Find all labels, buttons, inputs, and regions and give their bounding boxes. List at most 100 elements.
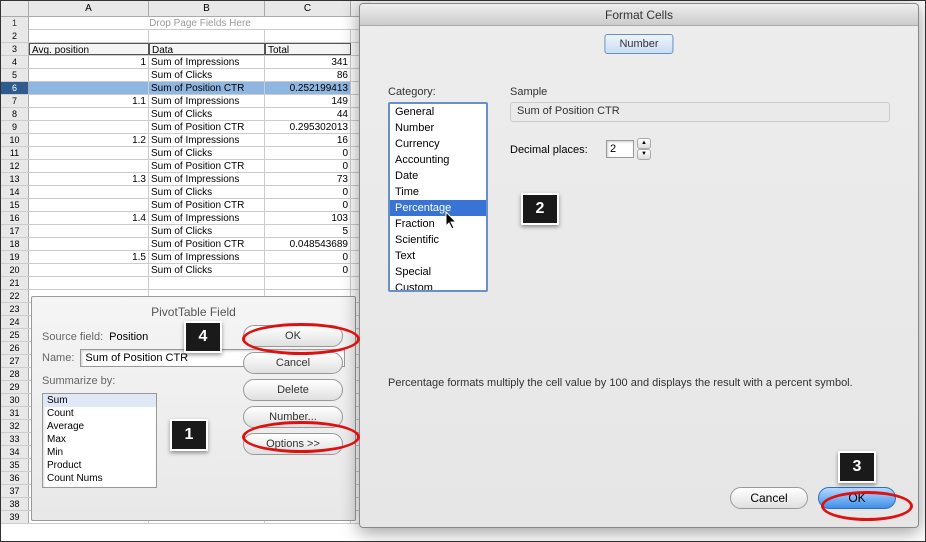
row-header[interactable]: 29 (1, 381, 29, 393)
cell[interactable]: 0.048543689 (265, 238, 351, 250)
cell[interactable]: Sum of Clicks (149, 147, 265, 159)
row-header[interactable]: 4 (1, 56, 29, 68)
cell[interactable]: Sum of Impressions (149, 212, 265, 224)
number-button[interactable]: Number... (243, 406, 343, 428)
cell[interactable]: 1.4 (29, 212, 149, 224)
cell[interactable]: 341 (265, 56, 351, 68)
row-header[interactable]: 25 (1, 329, 29, 341)
format-ok-button[interactable]: OK (818, 487, 896, 509)
cell[interactable]: 0 (265, 147, 351, 159)
cell[interactable]: 73 (265, 173, 351, 185)
cell[interactable] (265, 30, 351, 42)
row-header[interactable]: 18 (1, 238, 29, 250)
cell[interactable]: Sum of Impressions (149, 134, 265, 146)
row-header[interactable]: 9 (1, 121, 29, 133)
category-option[interactable]: Fraction (390, 216, 486, 232)
format-cancel-button[interactable]: Cancel (730, 487, 808, 509)
cell[interactable]: Sum of Clicks (149, 108, 265, 120)
row-header[interactable]: 27 (1, 355, 29, 367)
cell[interactable] (29, 264, 149, 276)
cell[interactable]: 0 (265, 251, 351, 263)
category-option[interactable]: Scientific (390, 232, 486, 248)
summarize-by-list[interactable]: SumCountAverageMaxMinProductCount Nums (42, 393, 157, 488)
cell[interactable] (29, 147, 149, 159)
row-header[interactable]: 36 (1, 472, 29, 484)
pivot-header-data[interactable]: Data (149, 43, 265, 55)
summarize-option[interactable]: Count (43, 407, 156, 420)
row-header[interactable]: 28 (1, 368, 29, 380)
col-header-B[interactable]: B (149, 1, 265, 16)
cell[interactable]: 1 (29, 56, 149, 68)
cell[interactable]: Sum of Position CTR (149, 160, 265, 172)
cell[interactable]: Sum of Position CTR (149, 121, 265, 133)
row-header[interactable]: 34 (1, 446, 29, 458)
cell[interactable]: Sum of Impressions (149, 251, 265, 263)
cell[interactable] (29, 199, 149, 211)
row-header[interactable]: 20 (1, 264, 29, 276)
row-header[interactable]: 5 (1, 69, 29, 81)
cell[interactable] (149, 277, 265, 289)
cell[interactable]: Sum of Clicks (149, 264, 265, 276)
row-header[interactable]: 19 (1, 251, 29, 263)
row-header[interactable]: 21 (1, 277, 29, 289)
cell[interactable] (29, 160, 149, 172)
cell[interactable] (149, 30, 265, 42)
row-header[interactable]: 31 (1, 407, 29, 419)
category-option[interactable]: Special (390, 264, 486, 280)
category-option[interactable]: Accounting (390, 152, 486, 168)
cell[interactable] (29, 186, 149, 198)
category-option[interactable]: Currency (390, 136, 486, 152)
cancel-button[interactable]: Cancel (243, 352, 343, 374)
row-header[interactable]: 3 (1, 43, 29, 55)
cell[interactable] (29, 108, 149, 120)
summarize-option[interactable]: Sum (43, 394, 156, 407)
ok-button[interactable]: OK (243, 325, 343, 347)
col-header-A[interactable]: A (29, 1, 149, 16)
category-list[interactable]: GeneralNumberCurrencyAccountingDateTimeP… (388, 102, 488, 292)
cell[interactable] (29, 82, 149, 94)
cell[interactable]: Sum of Position CTR (149, 238, 265, 250)
pivot-header-total[interactable]: Total (265, 43, 351, 55)
summarize-option[interactable]: Min (43, 446, 156, 459)
cell[interactable]: 1.5 (29, 251, 149, 263)
cell[interactable]: Sum of Clicks (149, 225, 265, 237)
row-header[interactable]: 10 (1, 134, 29, 146)
cell[interactable]: 0.252199413 (265, 82, 351, 94)
row-header[interactable]: 37 (1, 485, 29, 497)
cell[interactable] (29, 69, 149, 81)
cell[interactable] (29, 225, 149, 237)
row-header[interactable]: 15 (1, 199, 29, 211)
corner-cell[interactable] (1, 1, 29, 16)
cell[interactable]: 0 (265, 186, 351, 198)
summarize-option[interactable]: Product (43, 459, 156, 472)
col-header-C[interactable]: C (265, 1, 351, 16)
cell[interactable]: 1.1 (29, 95, 149, 107)
summarize-option[interactable]: Max (43, 433, 156, 446)
cell[interactable] (265, 277, 351, 289)
category-option[interactable]: Number (390, 120, 486, 136)
cell[interactable]: 44 (265, 108, 351, 120)
row-header[interactable]: 39 (1, 511, 29, 523)
category-option[interactable]: Percentage (390, 200, 486, 216)
cell[interactable] (29, 30, 149, 42)
row-header[interactable]: 24 (1, 316, 29, 328)
delete-button[interactable]: Delete (243, 379, 343, 401)
cell[interactable]: 86 (265, 69, 351, 81)
row-header[interactable]: 2 (1, 30, 29, 42)
cell[interactable]: Sum of Impressions (149, 56, 265, 68)
row-header[interactable]: 13 (1, 173, 29, 185)
stepper-down-icon[interactable]: ▼ (637, 149, 651, 160)
row-header[interactable]: 7 (1, 95, 29, 107)
row-header[interactable]: 6 (1, 82, 29, 94)
category-option[interactable]: Time (390, 184, 486, 200)
cell[interactable]: 1.3 (29, 173, 149, 185)
cell[interactable]: Sum of Clicks (149, 69, 265, 81)
stepper-up-icon[interactable]: ▲ (637, 138, 651, 149)
cell[interactable]: 1.2 (29, 134, 149, 146)
cell[interactable] (29, 121, 149, 133)
row-header[interactable]: 26 (1, 342, 29, 354)
row-header[interactable]: 17 (1, 225, 29, 237)
cell[interactable]: 149 (265, 95, 351, 107)
row-header[interactable]: 1 (1, 17, 29, 30)
summarize-option[interactable]: Average (43, 420, 156, 433)
